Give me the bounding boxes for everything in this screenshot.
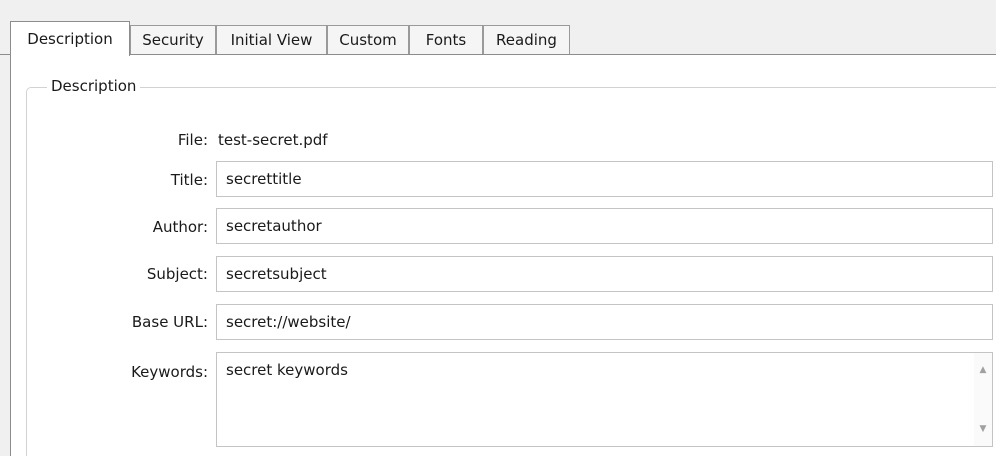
subject-field[interactable] bbox=[216, 256, 993, 292]
base-url-field[interactable] bbox=[216, 304, 993, 340]
tab-bar: Description Security Initial View Custom… bbox=[0, 0, 996, 56]
keywords-scrollbar[interactable]: ▲ ▼ bbox=[974, 353, 992, 446]
tab-reading[interactable]: Reading bbox=[483, 25, 570, 54]
tab-custom[interactable]: Custom bbox=[327, 25, 409, 54]
file-name-value: test-secret.pdf bbox=[218, 131, 328, 149]
author-label: Author: bbox=[152, 218, 208, 236]
keywords-field[interactable]: secret keywords bbox=[217, 353, 974, 446]
keywords-label: Keywords: bbox=[131, 363, 208, 381]
scroll-up-arrow-icon[interactable]: ▲ bbox=[974, 359, 992, 381]
keywords-field-container: secret keywords ▲ ▼ bbox=[216, 352, 993, 447]
title-label: Title: bbox=[170, 171, 208, 189]
groupbox-title: Description bbox=[47, 75, 141, 97]
tab-fonts[interactable]: Fonts bbox=[409, 25, 483, 54]
subject-label: Subject: bbox=[146, 265, 208, 283]
author-field[interactable] bbox=[216, 208, 993, 244]
file-label: File: bbox=[177, 131, 208, 149]
title-field[interactable] bbox=[216, 161, 993, 197]
tab-divider bbox=[0, 54, 996, 55]
base-url-label: Base URL: bbox=[131, 313, 208, 331]
scroll-down-arrow-icon[interactable]: ▼ bbox=[974, 418, 992, 440]
tab-description[interactable]: Description bbox=[10, 21, 130, 56]
tab-initial-view[interactable]: Initial View bbox=[216, 25, 327, 54]
tab-security[interactable]: Security bbox=[130, 25, 216, 54]
